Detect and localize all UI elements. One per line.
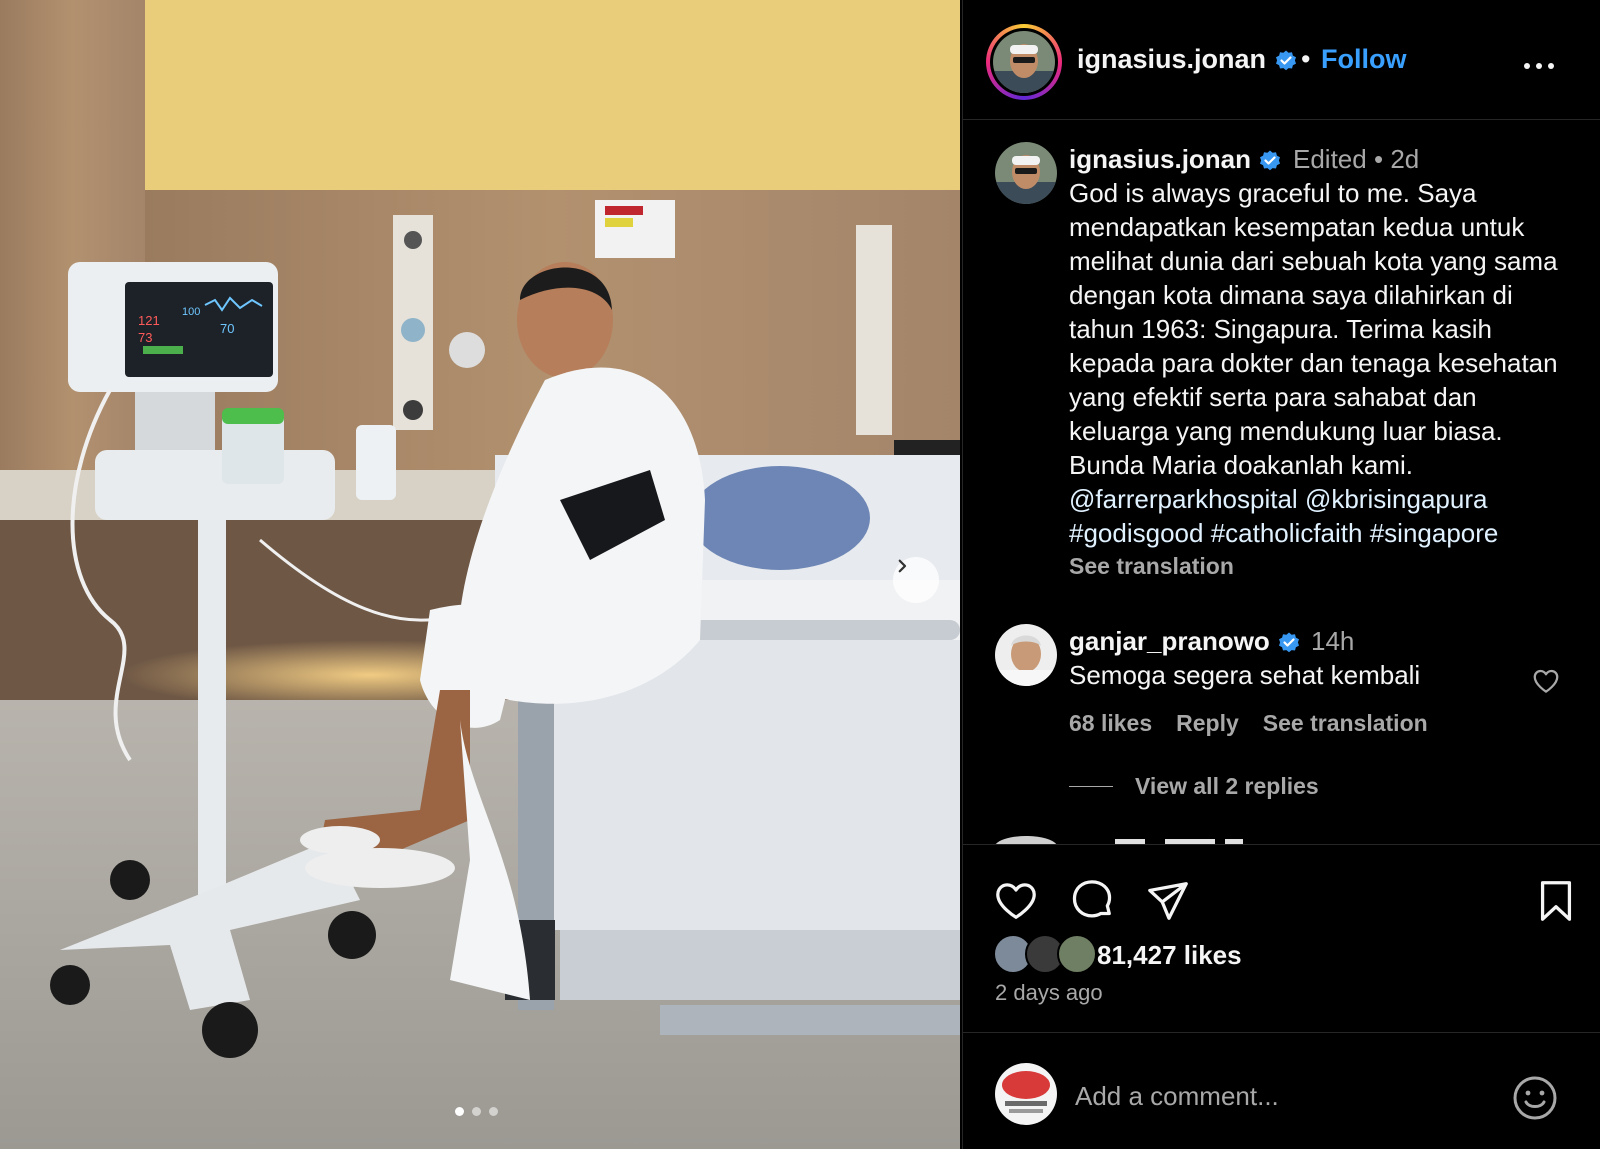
caption-avatar-image bbox=[995, 142, 1057, 204]
comment-icon[interactable] bbox=[1069, 878, 1115, 924]
commenter-username[interactable]: ganjar_pranowo bbox=[1069, 626, 1301, 657]
comment-time[interactable]: 14h bbox=[1311, 626, 1354, 657]
bookmark-icon[interactable] bbox=[1533, 878, 1579, 924]
replies-line bbox=[1069, 786, 1113, 787]
liker-avatar bbox=[1057, 934, 1097, 974]
follow-button[interactable]: Follow bbox=[1321, 44, 1406, 75]
carousel-next-button[interactable] bbox=[893, 557, 939, 603]
emoji-icon[interactable] bbox=[1511, 1074, 1559, 1122]
comment-text: Semoga segera sehat kembali bbox=[1069, 660, 1421, 690]
carousel-dot-3 bbox=[489, 1107, 498, 1116]
caption-time[interactable]: 2d bbox=[1390, 144, 1419, 174]
likes-count[interactable]: 81,427 likes bbox=[1097, 940, 1242, 971]
post-time-ago[interactable]: 2 days ago bbox=[995, 980, 1103, 1006]
carousel-dot-2 bbox=[472, 1107, 481, 1116]
hashtag-link[interactable]: #catholicfaith bbox=[1211, 518, 1363, 548]
commenter-username-text[interactable]: ganjar_pranowo bbox=[1069, 626, 1270, 656]
caption-see-translation[interactable]: See translation bbox=[1069, 553, 1234, 580]
input-divider bbox=[963, 1032, 1600, 1033]
hospital-room-photo: 121 73 100 70 bbox=[0, 0, 960, 1149]
current-user-avatar-image bbox=[995, 1063, 1057, 1125]
hashtag-link[interactable]: #singapore bbox=[1370, 518, 1499, 548]
comment-reply-button[interactable]: Reply bbox=[1176, 710, 1239, 737]
svg-text:121: 121 bbox=[138, 313, 160, 328]
author-avatar[interactable] bbox=[986, 24, 1062, 100]
more-options-icon[interactable] bbox=[1519, 44, 1559, 84]
caption-tags: @farrerparkhospital @kbrisingapura #godi… bbox=[1069, 482, 1589, 550]
verified-badge-icon bbox=[1275, 50, 1296, 71]
commenter-avatar-image bbox=[995, 624, 1057, 686]
view-replies-button[interactable]: View all 2 replies bbox=[1069, 773, 1319, 800]
comment-see-translation[interactable]: See translation bbox=[1263, 710, 1428, 737]
meta-separator: • bbox=[1373, 144, 1384, 174]
author-username-text[interactable]: ignasius.jonan bbox=[1077, 44, 1266, 74]
author-username[interactable]: ignasius.jonan bbox=[1077, 44, 1298, 75]
svg-text:100: 100 bbox=[182, 306, 200, 318]
add-comment-input[interactable] bbox=[1075, 1074, 1475, 1118]
svg-text:70: 70 bbox=[220, 321, 234, 336]
hashtag-link[interactable]: #godisgood bbox=[1069, 518, 1203, 548]
carousel-indicator bbox=[455, 1107, 498, 1116]
caption-username[interactable]: ignasius.jonan bbox=[1069, 144, 1282, 175]
header-separator: • bbox=[1301, 44, 1311, 74]
liked-by-avatars[interactable] bbox=[993, 934, 1097, 974]
post-header: ignasius.jonan • Follow bbox=[963, 0, 1600, 120]
comment-likes[interactable]: 68 likes bbox=[1069, 710, 1152, 737]
next-comment-partial bbox=[995, 832, 1595, 844]
send-icon[interactable] bbox=[1145, 878, 1191, 924]
verified-badge-icon bbox=[1260, 150, 1281, 171]
post-sidebar: ignasius.jonan • Follow ignasius.jonan E… bbox=[962, 0, 1600, 1149]
comment-like-heart-icon[interactable] bbox=[1531, 666, 1561, 696]
caption-author-avatar[interactable] bbox=[995, 142, 1057, 204]
view-replies-label[interactable]: View all 2 replies bbox=[1135, 773, 1319, 800]
mention-link[interactable]: @kbrisingapura bbox=[1305, 484, 1487, 514]
like-heart-icon[interactable] bbox=[993, 878, 1039, 924]
current-user-avatar bbox=[995, 1063, 1057, 1125]
caption-username-text[interactable]: ignasius.jonan bbox=[1069, 144, 1251, 174]
post-photo[interactable]: 121 73 100 70 bbox=[0, 0, 960, 1149]
svg-text:73: 73 bbox=[138, 330, 152, 345]
edited-label: Edited bbox=[1293, 144, 1367, 174]
commenter-avatar[interactable] bbox=[995, 624, 1057, 686]
mention-link[interactable]: @farrerparkhospital bbox=[1069, 484, 1298, 514]
comment-actions: 68 likes Reply See translation bbox=[1069, 710, 1428, 737]
comments-divider bbox=[963, 844, 1600, 845]
caption-text: God is always graceful to me. Saya menda… bbox=[1069, 178, 1558, 480]
carousel-dot-1 bbox=[455, 1107, 464, 1116]
chevron-right-icon bbox=[898, 559, 907, 573]
caption-meta: Edited • 2d bbox=[1293, 144, 1419, 175]
author-avatar-image bbox=[993, 31, 1055, 93]
verified-badge-icon bbox=[1279, 632, 1300, 653]
next-comment-clipped bbox=[996, 836, 1243, 844]
